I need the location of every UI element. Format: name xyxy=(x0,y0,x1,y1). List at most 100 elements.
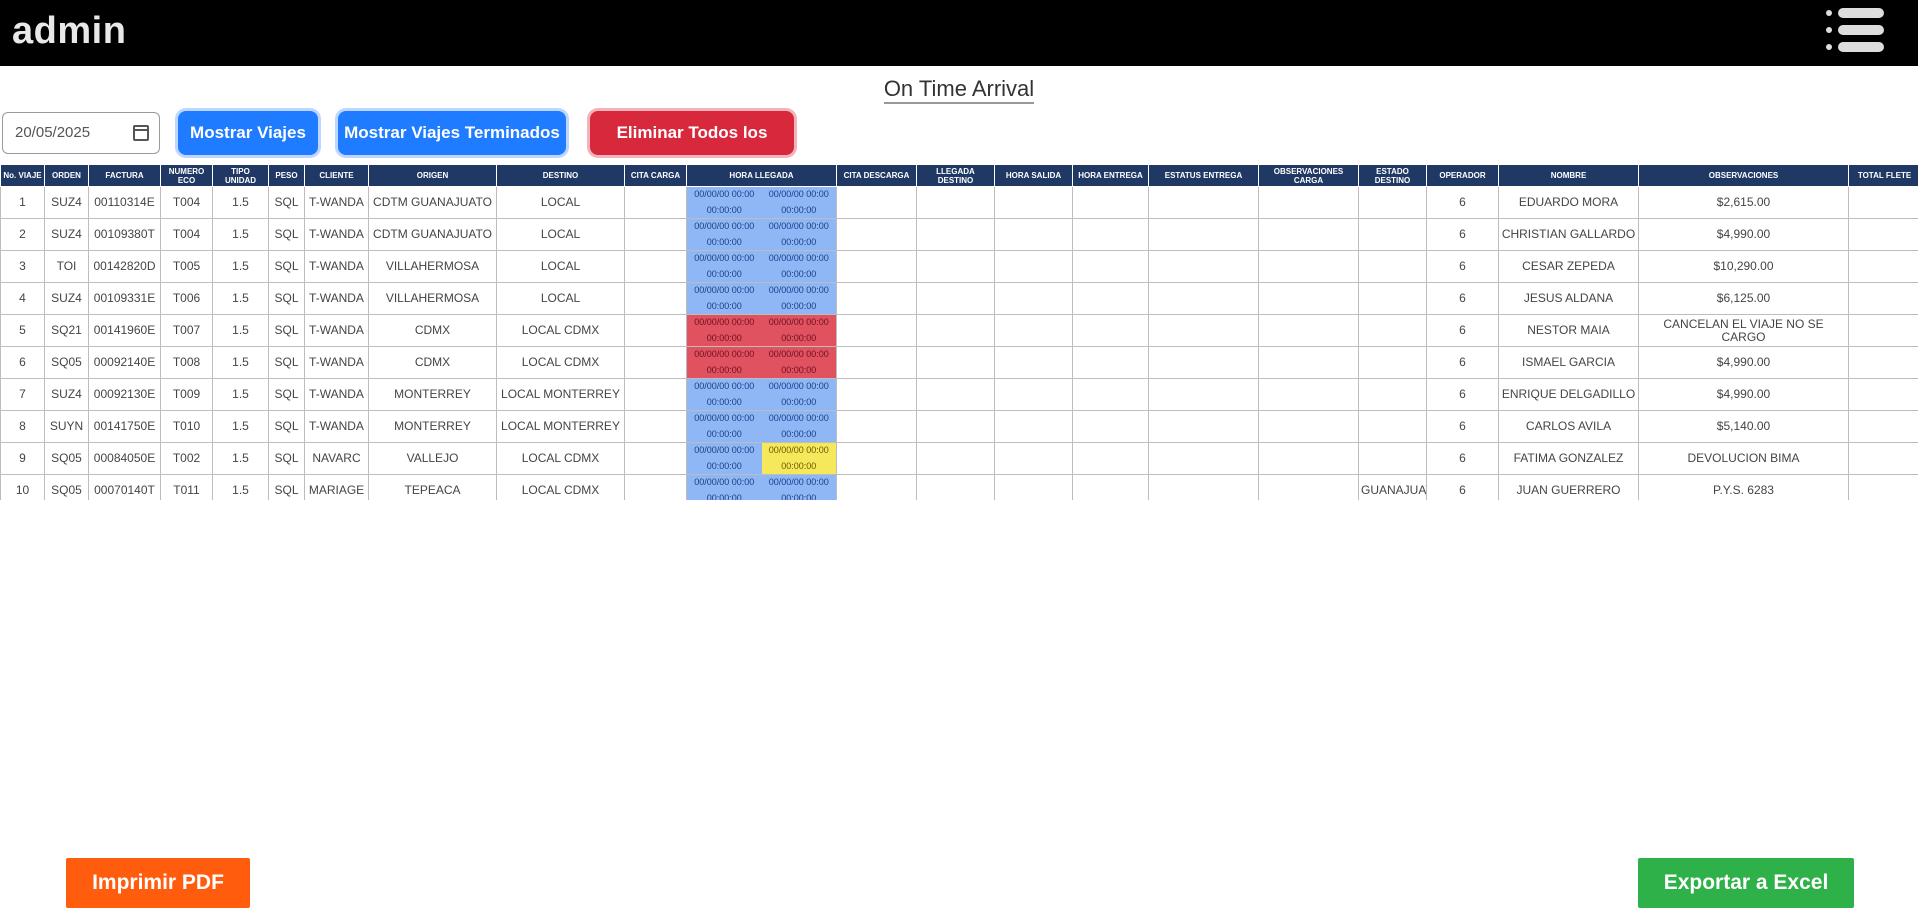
table-cell: 3 xyxy=(0,250,45,283)
schedule-time: 00:00:00 xyxy=(761,266,836,282)
table-cell: SQL xyxy=(268,218,305,251)
calendar-icon[interactable] xyxy=(133,125,149,141)
schedule-cell: 00/00/00 00:00 00/00/00 00:00 00:00:00 00:0… xyxy=(687,347,836,378)
schedule-cell: 00/00/00 00:00 00/00/00 00:00 00:00:00 00:0… xyxy=(687,251,836,282)
table-cell: ENRIQUE DELGADILLO xyxy=(1498,378,1639,411)
table-cell: T011 xyxy=(160,474,213,500)
table-cell: 1.5 xyxy=(212,186,269,219)
schedule-time: 00/00/00 00:00 xyxy=(687,443,762,459)
table-cell: CARLOS AVILA xyxy=(1498,410,1639,443)
schedule-time: 00/00/00 00:00 xyxy=(687,283,762,299)
table-cell: CDMX xyxy=(368,346,497,379)
column-header: ORDEN xyxy=(44,164,89,187)
table-cell: SQL xyxy=(268,410,305,443)
table-cell: $10,290.00 xyxy=(1638,250,1849,283)
table-row[interactable]: 7 SUZ4 00092130E T009 1.5 SQL T-WANDA MONTERREY… xyxy=(0,378,1918,411)
table-cell: 6 xyxy=(1426,474,1499,500)
table-row[interactable]: 5 SQ21 00141960E T007 1.5 SQL T-WANDA CDMX LOCAL… xyxy=(0,314,1918,347)
table-cell: JESUS ALDANA xyxy=(1498,282,1639,315)
schedule-time: 00/00/00 00:00 xyxy=(761,251,836,267)
table-cell: 6 xyxy=(1426,218,1499,251)
table-cell: T-WANDA xyxy=(304,282,369,315)
table-cell: SUZ4 xyxy=(44,282,89,315)
schedule-time: 00:00:00 xyxy=(761,202,836,218)
schedule-time: 00/00/00 00:00 xyxy=(761,379,836,395)
table-cell: 6 xyxy=(1426,250,1499,283)
export-excel-button[interactable]: Exportar a Excel xyxy=(1638,858,1854,908)
table-cell: T004 xyxy=(160,218,213,251)
table-row[interactable]: 3 TOI 00142820D T005 1.5 SQL T-WANDA VILLAHERMO… xyxy=(0,250,1918,283)
table-cell: 6 xyxy=(1426,442,1499,475)
table-cell xyxy=(836,378,917,411)
table-cell: LOCAL MONTERREY xyxy=(496,378,625,411)
table-cell xyxy=(916,282,995,315)
table-cell xyxy=(1258,378,1359,411)
table-cell: CHRISTIAN GALLARDO xyxy=(1498,218,1639,251)
table-cell: TOI xyxy=(44,250,89,283)
table-cell xyxy=(1358,218,1427,251)
table-cell xyxy=(836,282,917,315)
table-cell: T-WANDA xyxy=(304,250,369,283)
table-cell: SQL xyxy=(268,282,305,315)
column-header: CLIENTE xyxy=(304,164,369,187)
table-cell: SUZ4 xyxy=(44,218,89,251)
table-cell: SQL xyxy=(268,346,305,379)
table-cell xyxy=(1072,346,1149,379)
schedule-time: 00:00:00 xyxy=(761,458,836,474)
table-cell: LOCAL CDMX xyxy=(496,442,625,475)
table-cell: 00141960E xyxy=(88,314,161,347)
show-trips-button[interactable]: Mostrar Viajes xyxy=(178,111,318,155)
table-cell: T004 xyxy=(160,186,213,219)
hamburger-menu-icon[interactable] xyxy=(1822,8,1892,60)
column-header: NUMERO ECO xyxy=(160,164,213,187)
table-cell xyxy=(624,474,687,500)
table-cell xyxy=(1848,186,1918,219)
table-row[interactable]: 2 SUZ4 00109380T T004 1.5 SQL T-WANDA CDTM GUAN… xyxy=(0,218,1918,251)
table-cell: 00/00/00 00:00 00/00/00 00:00 00:00:00 00:0… xyxy=(686,314,837,347)
schedule-time: 00/00/00 00:00 xyxy=(761,283,836,299)
table-cell xyxy=(836,186,917,219)
delete-all-trips-button[interactable]: Eliminar Todos los Viajes xyxy=(590,111,794,186)
table-cell: SQ05 xyxy=(44,442,89,475)
table-row[interactable]: 10 SQ05 00070140T T011 1.5 SQL MARIAGE TEPEACA L… xyxy=(0,474,1918,500)
table-row[interactable]: 8 SUYN 00141750E T010 1.5 SQL T-WANDA MONTERREY… xyxy=(0,410,1918,443)
table-cell: 6 xyxy=(1426,346,1499,379)
table-cell xyxy=(1072,474,1149,500)
table-cell xyxy=(1148,378,1259,411)
table-row[interactable]: 1 SUZ4 00110314E T004 1.5 SQL T-WANDA CDTM GUAN… xyxy=(0,186,1918,219)
table-cell: NESTOR MAIA xyxy=(1498,314,1639,347)
table-row[interactable]: 9 SQ05 00084050E T002 1.5 SQL NAVARC VALLEJO LOC… xyxy=(0,442,1918,475)
table-cell: 4 xyxy=(0,282,45,315)
table-cell: T006 xyxy=(160,282,213,315)
schedule-time: 00:00:00 xyxy=(761,234,836,250)
table-cell: 5 xyxy=(0,314,45,347)
table-cell: T-WANDA xyxy=(304,218,369,251)
table-cell: T010 xyxy=(160,410,213,443)
table-cell: CDTM GUANAJUATO xyxy=(368,218,497,251)
print-pdf-button[interactable]: Imprimir PDF xyxy=(66,858,250,908)
table-cell: 10 xyxy=(0,474,45,500)
schedule-cell: 00/00/00 00:00 00/00/00 00:00 00:00:00 00:0… xyxy=(687,187,836,218)
table-cell: LOCAL CDMX xyxy=(496,314,625,347)
schedule-time: 00:00:00 xyxy=(761,490,836,500)
table-cell xyxy=(1072,410,1149,443)
brand-title: admin xyxy=(12,10,127,52)
table-cell xyxy=(994,282,1073,315)
table-cell: SQ05 xyxy=(44,346,89,379)
schedule-cell: 00/00/00 00:00 00/00/00 00:00 00:00:00 00:0… xyxy=(687,379,836,410)
column-header: HORA ENTREGA xyxy=(1072,164,1149,187)
table-row[interactable]: 6 SQ05 00092140E T008 1.5 SQL T-WANDA CDMX LOCAL… xyxy=(0,346,1918,379)
table-cell: 1.5 xyxy=(212,410,269,443)
table-cell: SQ05 xyxy=(44,474,89,500)
table-cell xyxy=(1258,250,1359,283)
show-finished-trips-button[interactable]: Mostrar Viajes Terminados xyxy=(338,111,566,155)
date-input[interactable]: 20/05/2025 xyxy=(2,112,160,154)
table-cell: $4,990.00 xyxy=(1638,378,1849,411)
table-cell xyxy=(994,250,1073,283)
schedule-cell: 00/00/00 00:00 00/00/00 00:00 00:00:00 00:0… xyxy=(687,475,836,500)
schedule-time: 00/00/00 00:00 xyxy=(687,187,762,203)
table-cell: JUAN GUERRERO xyxy=(1498,474,1639,500)
schedule-time: 00/00/00 00:00 xyxy=(687,219,762,235)
table-row[interactable]: 4 SUZ4 00109331E T006 1.5 SQL T-WANDA VILLAHERM… xyxy=(0,282,1918,315)
table-cell: 00/00/00 00:00 00/00/00 00:00 00:00:00 00:0… xyxy=(686,378,837,411)
